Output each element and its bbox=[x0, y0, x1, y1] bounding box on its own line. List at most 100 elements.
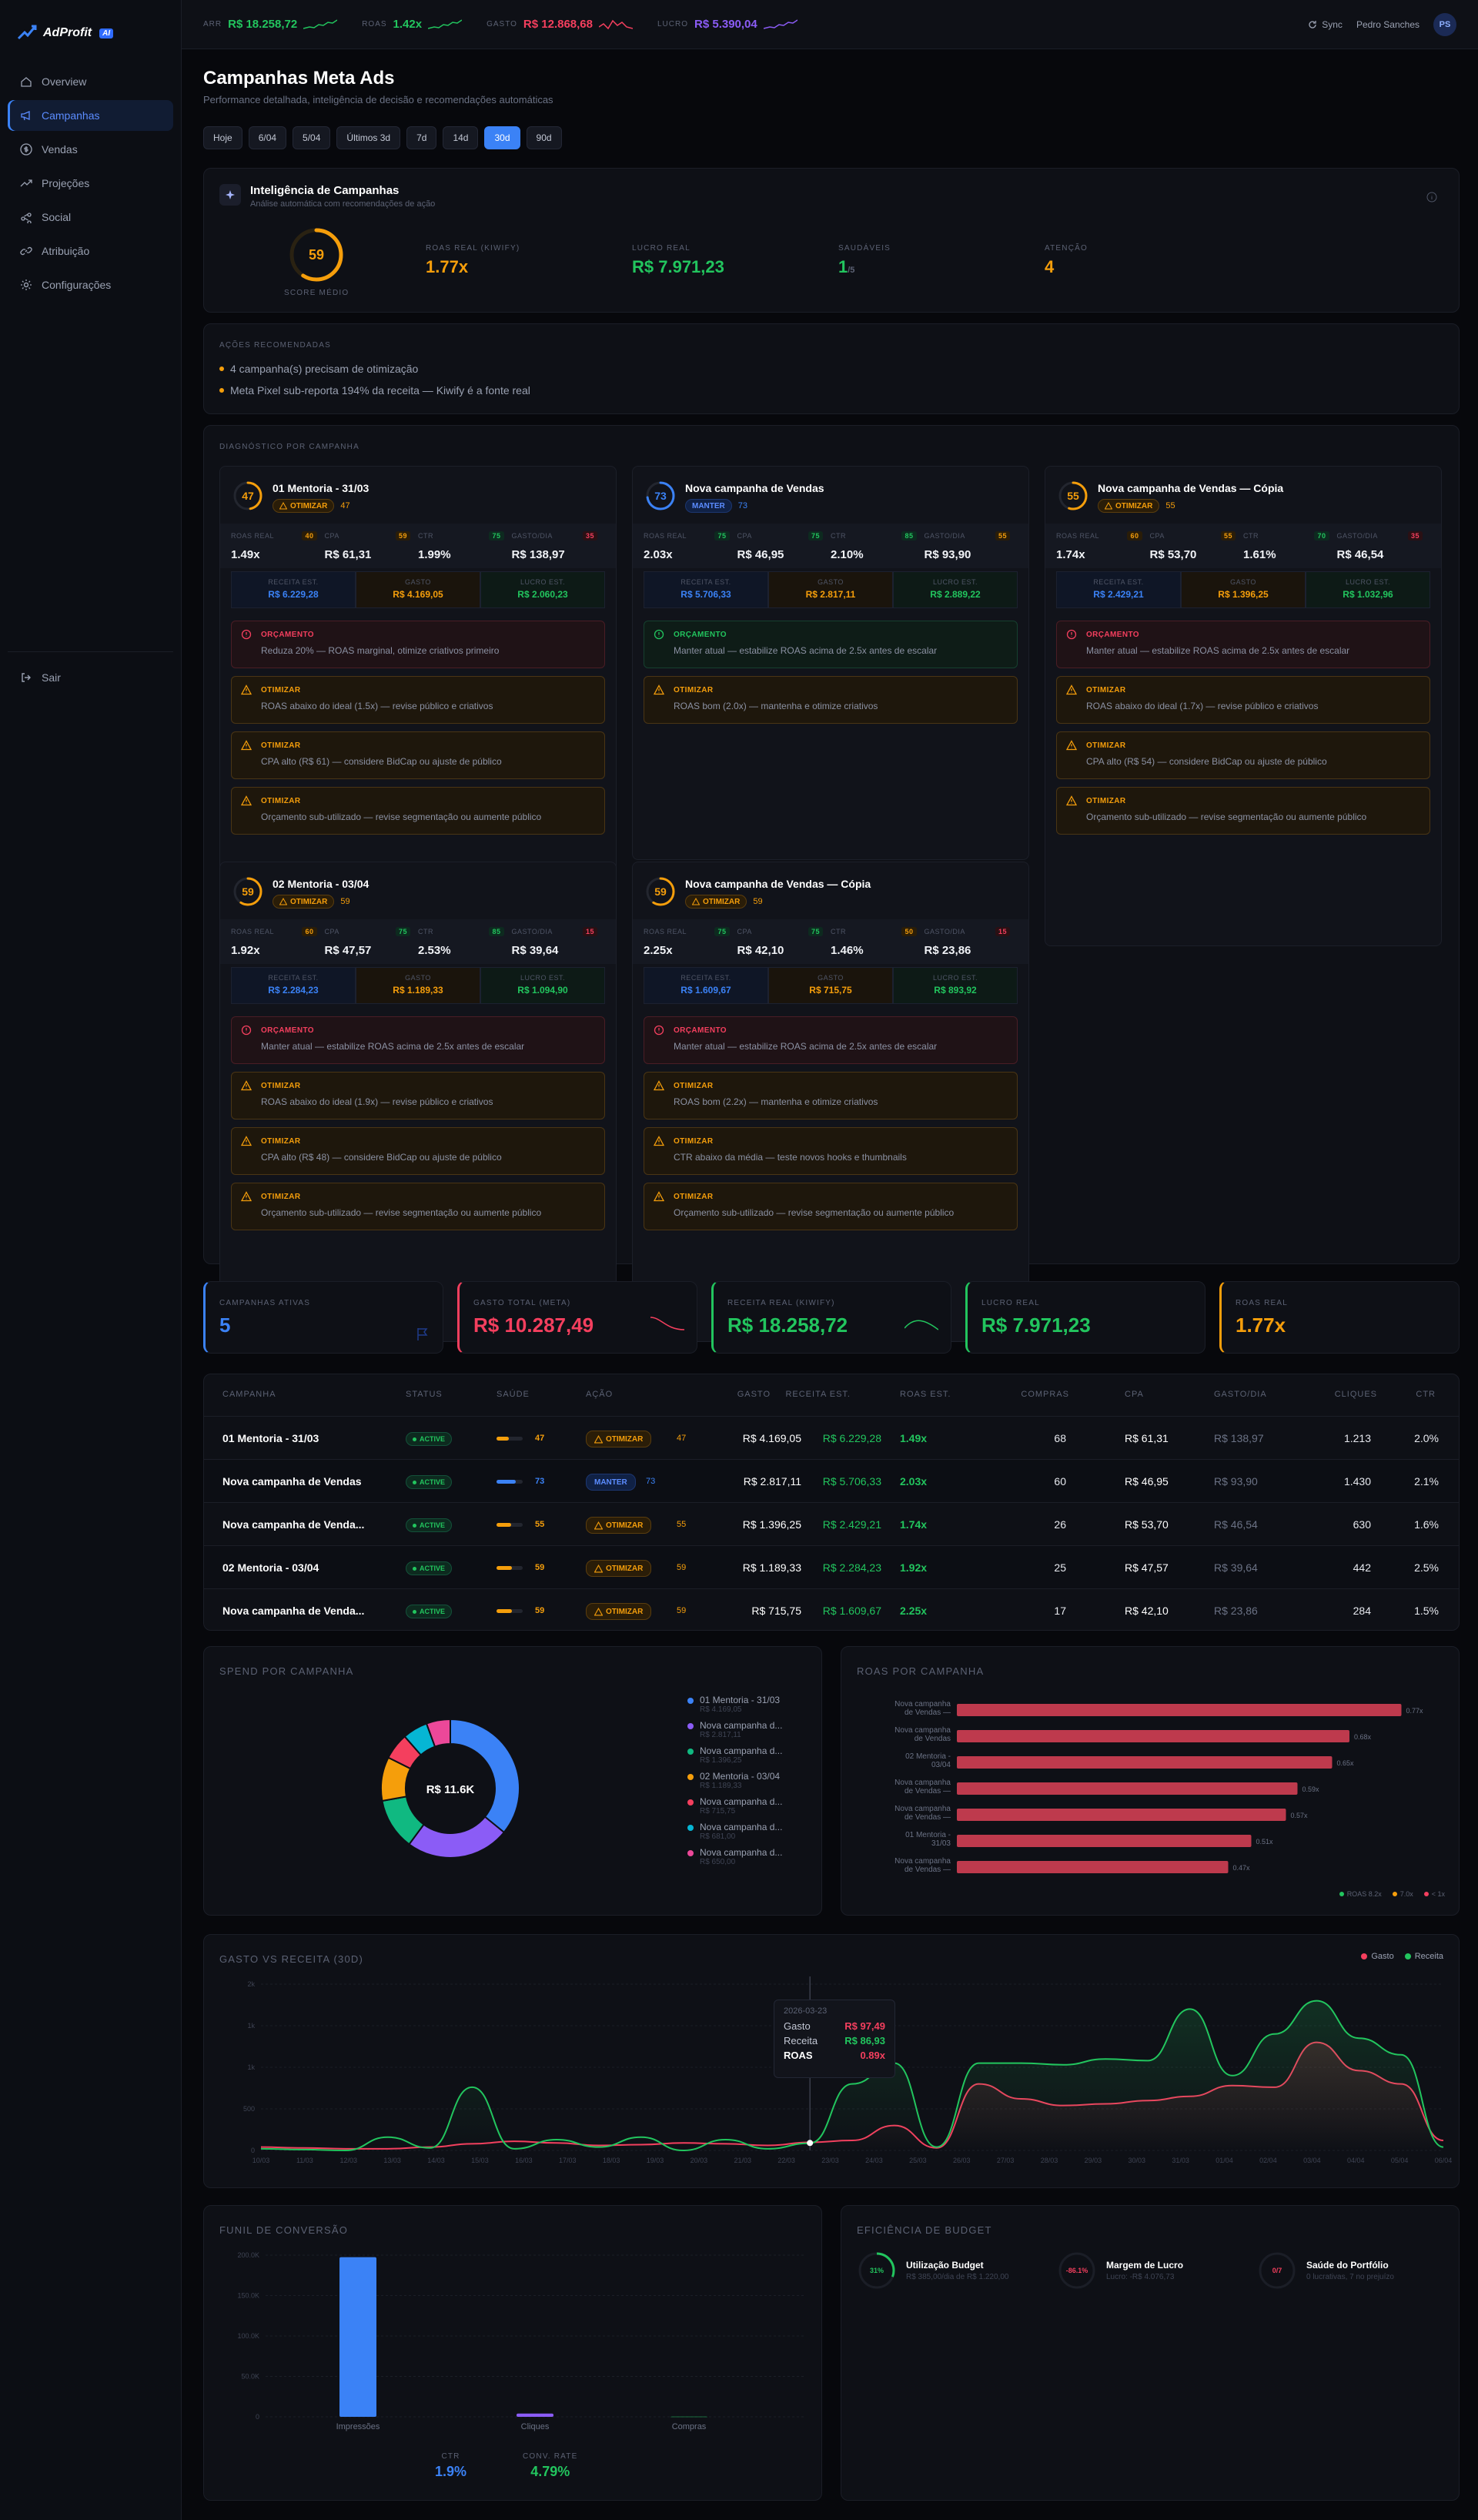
table-row[interactable]: 01 Mentoria - 31/03 ACTIVE 47 OTIMIZAR 47 R$ … bbox=[204, 1416, 1459, 1459]
legend-dot bbox=[687, 1723, 694, 1729]
info-icon[interactable] bbox=[1426, 192, 1437, 205]
metric-header: GASTO/DIA 15 bbox=[925, 927, 1018, 936]
donut-slice[interactable] bbox=[450, 1718, 520, 1834]
recommendation[interactable]: OTIMIZAR ROAS abaixo do ideal (1.7x) — re… bbox=[1056, 676, 1430, 724]
action-badge[interactable]: OTIMIZAR bbox=[586, 1431, 652, 1447]
period-pill[interactable]: 90d bbox=[526, 126, 562, 149]
period-pill[interactable]: Hoje bbox=[203, 126, 242, 149]
period-pill[interactable]: 5/04 bbox=[293, 126, 331, 149]
recommendation[interactable]: OTIMIZAR CTR abaixo da média — teste novo… bbox=[644, 1127, 1018, 1175]
recommendation[interactable]: OTIMIZAR ROAS abaixo do ideal (1.9x) — re… bbox=[231, 1072, 605, 1119]
campaign-card[interactable]: 59 02 Mentoria - 03/04 OTIMIZAR 59 ROAS REAL… bbox=[219, 862, 617, 1342]
user-name[interactable]: Pedro Sanches bbox=[1356, 19, 1419, 30]
recommendation[interactable]: OTIMIZAR ROAS bom (2.0x) — mantenha e oti… bbox=[644, 676, 1018, 724]
column-header[interactable]: ROAS EST. bbox=[900, 1390, 951, 1399]
roas-bar[interactable] bbox=[957, 1809, 1286, 1821]
recommendation[interactable]: ORÇAMENTO Reduza 20% — ROAS marginal, oti… bbox=[231, 621, 605, 668]
campaign-card[interactable]: 55 Nova campanha de Vendas — Cópia OTIMIZA… bbox=[1045, 466, 1442, 946]
funnel-bar[interactable] bbox=[339, 2257, 376, 2417]
cell-cliques: 284 bbox=[1353, 1605, 1371, 1617]
column-header[interactable]: AÇÃO bbox=[586, 1390, 613, 1399]
donut-slice[interactable] bbox=[408, 1816, 506, 1859]
sidebar-item-atribuição[interactable]: Atribuição bbox=[8, 236, 173, 266]
column-header[interactable]: COMPRAS bbox=[992, 1390, 1069, 1399]
column-header[interactable]: CLIQUES bbox=[1300, 1390, 1377, 1399]
recommendation[interactable]: ORÇAMENTO Manter atual — estabilize ROAS … bbox=[231, 1016, 605, 1064]
recommendation[interactable]: OTIMIZAR CPA alto (R$ 48) — considere Bid… bbox=[231, 1127, 605, 1175]
recommendation[interactable]: ORÇAMENTO Manter atual — estabilize ROAS … bbox=[644, 1016, 1018, 1064]
financial-label: RECEITA EST. bbox=[680, 578, 731, 586]
warning-icon bbox=[594, 1434, 603, 1443]
metric-score-chip: 85 bbox=[901, 531, 917, 540]
financial-cell: LUCRO EST. R$ 1.032,96 bbox=[1306, 571, 1430, 608]
metric-value: 2.03x bbox=[644, 548, 673, 561]
roas-bar[interactable] bbox=[957, 1756, 1333, 1769]
recommendation[interactable]: OTIMIZAR Orçamento sub-utilizado — revise… bbox=[231, 1183, 605, 1230]
metric-value: 1.92x bbox=[231, 944, 260, 957]
period-pill[interactable]: 6/04 bbox=[248, 126, 287, 149]
logout-button[interactable]: Sair bbox=[8, 662, 173, 693]
campaign-card[interactable]: 73 Nova campanha de Vendas MANTER 73 ROAS RE… bbox=[632, 466, 1029, 860]
roas-bar[interactable] bbox=[957, 1861, 1229, 1873]
brand-logo[interactable]: AdProfit AI bbox=[0, 0, 181, 49]
cell-cliques: 1.213 bbox=[1343, 1432, 1371, 1444]
action-text: Meta Pixel sub-reporta 194% da receita —… bbox=[230, 384, 530, 397]
recommendation[interactable]: OTIMIZAR Orçamento sub-utilizado — revise… bbox=[231, 787, 605, 835]
sidebar-item-overview[interactable]: Overview bbox=[8, 66, 173, 97]
recommendation[interactable]: OTIMIZAR CPA alto (R$ 54) — considere Bid… bbox=[1056, 731, 1430, 779]
action-badge[interactable]: OTIMIZAR bbox=[586, 1603, 652, 1620]
recommendation[interactable]: ORÇAMENTO Manter atual — estabilize ROAS … bbox=[644, 621, 1018, 668]
column-header[interactable]: CAMPANHA bbox=[222, 1390, 276, 1399]
recommendation[interactable]: OTIMIZAR CPA alto (R$ 61) — considere Bid… bbox=[231, 731, 605, 779]
roas-bar[interactable] bbox=[957, 1835, 1252, 1847]
tooltip-date: 2026-03-23 bbox=[784, 2006, 828, 2016]
alert-circle-icon bbox=[654, 629, 664, 640]
table-row[interactable]: 02 Mentoria - 03/04 ACTIVE 59 OTIMIZAR 59 R$ … bbox=[204, 1545, 1459, 1588]
period-pill[interactable]: 14d bbox=[443, 126, 479, 149]
action-label: MANTER bbox=[594, 1478, 627, 1487]
recommendation[interactable]: OTIMIZAR Orçamento sub-utilizado — revise… bbox=[1056, 787, 1430, 835]
column-header[interactable]: GASTO/DIA bbox=[1214, 1390, 1267, 1399]
sidebar-item-configurações[interactable]: Configurações bbox=[8, 269, 173, 300]
legend-text: Nova campanha d... R$ 1.396,25 bbox=[700, 1745, 782, 1765]
budget-panel: EFICIÊNCIA DE BUDGET 31% Utilização Budge… bbox=[841, 2205, 1460, 2501]
column-header[interactable]: STATUS bbox=[406, 1390, 443, 1399]
column-header[interactable]: GASTO bbox=[694, 1390, 771, 1399]
sidebar-item-vendas[interactable]: Vendas bbox=[8, 134, 173, 165]
sidebar-item-social[interactable]: Social bbox=[8, 202, 173, 233]
metric-number: 1.77x bbox=[426, 257, 469, 276]
column-header[interactable]: CPA bbox=[1125, 1390, 1144, 1399]
y-tick: 2k bbox=[247, 1980, 255, 1988]
period-pill[interactable]: Últimos 3d bbox=[336, 126, 401, 149]
cell-cliques: 442 bbox=[1353, 1561, 1371, 1574]
funnel-bar[interactable] bbox=[517, 2413, 553, 2417]
table-row[interactable]: Nova campanha de Venda... ACTIVE 55 OTIMIZA… bbox=[204, 1502, 1459, 1545]
column-header[interactable]: RECEITA EST. bbox=[774, 1390, 851, 1399]
metric-value: 1.46% bbox=[831, 944, 864, 957]
sidebar-item-projeções[interactable]: Projeções bbox=[8, 168, 173, 199]
sidebar-item-campanhas[interactable]: Campanhas bbox=[8, 100, 173, 131]
action-badge[interactable]: OTIMIZAR bbox=[586, 1560, 652, 1577]
campaign-metrics: ROAS REAL 75 2.25x CPA 75 R$ 42,10 CTR 50 1.46% G… bbox=[633, 919, 1028, 964]
column-header[interactable]: SAÚDE bbox=[497, 1390, 530, 1399]
table-row[interactable]: Nova campanha de Venda... ACTIVE 59 OTIMIZA… bbox=[204, 1588, 1459, 1631]
roas-bar[interactable] bbox=[957, 1782, 1298, 1795]
period-pill[interactable]: 30d bbox=[484, 126, 520, 149]
roas-bar[interactable] bbox=[957, 1704, 1402, 1716]
avatar[interactable]: PS bbox=[1433, 12, 1456, 36]
financial-value: R$ 5.706,33 bbox=[680, 589, 731, 600]
roas-bar[interactable] bbox=[957, 1730, 1349, 1742]
recommendation[interactable]: OTIMIZAR Orçamento sub-utilizado — revise… bbox=[644, 1183, 1018, 1230]
period-pill[interactable]: 7d bbox=[406, 126, 437, 149]
column-header[interactable]: CTR bbox=[1397, 1390, 1436, 1399]
financial-cell: LUCRO EST. R$ 2.889,22 bbox=[893, 571, 1018, 608]
recommendation[interactable]: OTIMIZAR ROAS abaixo do ideal (1.5x) — re… bbox=[231, 676, 605, 724]
action-badge[interactable]: OTIMIZAR bbox=[586, 1517, 652, 1534]
sync-button[interactable]: Sync bbox=[1308, 19, 1343, 30]
action-badge[interactable]: MANTER bbox=[586, 1474, 636, 1491]
recommendation[interactable]: ORÇAMENTO Manter atual — estabilize ROAS … bbox=[1056, 621, 1430, 668]
funnel-bar[interactable] bbox=[670, 2416, 707, 2418]
campaign-card[interactable]: 59 Nova campanha de Vendas — Cópia OTIMIZA… bbox=[632, 862, 1029, 1342]
recommendation[interactable]: OTIMIZAR ROAS bom (2.2x) — mantenha e oti… bbox=[644, 1072, 1018, 1119]
table-row[interactable]: Nova campanha de Vendas ACTIVE 73 MANTER 73 R… bbox=[204, 1459, 1459, 1502]
